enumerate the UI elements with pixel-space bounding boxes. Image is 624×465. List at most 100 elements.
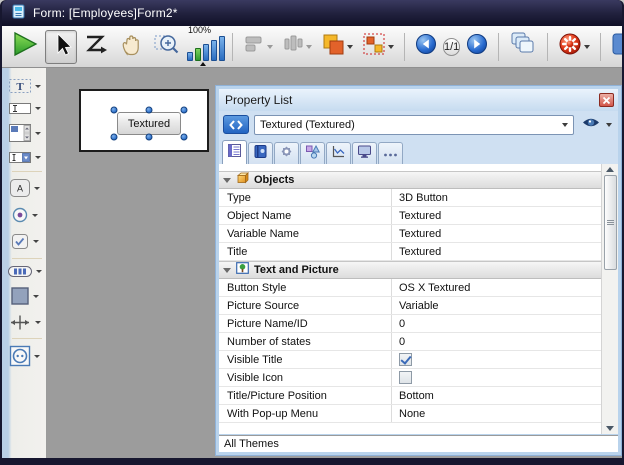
toolbar-separator	[600, 33, 601, 61]
distribution-button[interactable]	[279, 30, 315, 64]
zoom-bars[interactable]	[187, 36, 225, 61]
property-value[interactable]: None	[391, 405, 601, 422]
property-row-picture-name: Picture Name/ID 0	[219, 315, 601, 333]
tab-display[interactable]	[352, 142, 377, 164]
tool-rectangle[interactable]	[10, 286, 39, 306]
object-selector-dropdown[interactable]: Textured (Textured)	[254, 115, 574, 135]
chevron-down-icon[interactable]	[267, 45, 273, 49]
tool-radio-button[interactable]	[11, 206, 38, 224]
tool-separator	[12, 258, 42, 259]
selection-handle[interactable]	[181, 134, 188, 141]
level-button[interactable]	[318, 30, 356, 64]
scroll-down-icon[interactable]	[606, 426, 614, 431]
previous-page-icon	[415, 33, 437, 60]
clipped-toolbar-button[interactable]	[608, 30, 622, 64]
tool-list-box[interactable]	[8, 123, 41, 143]
visible-icon-checkbox[interactable]	[399, 371, 412, 384]
settings-button[interactable]	[555, 30, 593, 64]
section-header-text-and-picture[interactable]: Text and Picture	[219, 261, 601, 279]
zoom-bar-5[interactable]	[219, 36, 225, 61]
tab-shapes[interactable]	[300, 142, 325, 164]
scrollbar-thumb[interactable]	[604, 175, 617, 270]
tool-button-grid[interactable]	[7, 265, 42, 278]
tool-static-text[interactable]: T	[8, 78, 41, 94]
zoom-level-widget[interactable]: 100%	[187, 28, 225, 66]
zoom-bar-1[interactable]	[187, 52, 193, 61]
form-canvas[interactable]: Textured Property List Textured (Texture…	[47, 68, 622, 458]
chevron-down-icon[interactable]	[388, 45, 394, 49]
section-header-objects[interactable]: Objects	[219, 171, 601, 189]
entry-order-button[interactable]	[80, 30, 112, 64]
selection-handle[interactable]	[146, 134, 153, 141]
group-button[interactable]	[359, 30, 397, 64]
tool-input-field[interactable]	[8, 102, 41, 115]
property-value[interactable]: Textured	[391, 243, 601, 260]
chevron-down-icon[interactable]	[347, 45, 353, 49]
view-options-button[interactable]	[579, 116, 614, 134]
themes-footer[interactable]: All Themes	[219, 435, 618, 452]
themes-footer-label: All Themes	[224, 438, 279, 450]
chevron-down-icon[interactable]	[35, 132, 41, 135]
collapse-triangle-icon[interactable]	[223, 268, 231, 273]
property-value[interactable]: 3D Button	[391, 189, 601, 206]
property-value[interactable]: Variable	[391, 297, 601, 314]
previous-page-button[interactable]	[412, 30, 440, 64]
chevron-down-icon[interactable]	[35, 85, 41, 88]
title-bar[interactable]: Form: [Employees]Form2*	[2, 0, 622, 26]
selection-handle[interactable]	[111, 134, 118, 141]
zoom-bar-current[interactable]	[195, 48, 201, 61]
chevron-down-icon[interactable]	[33, 240, 39, 243]
list-icon	[227, 143, 242, 163]
chevron-down-icon[interactable]	[584, 45, 590, 49]
property-value[interactable]: OS X Textured	[391, 279, 601, 296]
tool-check-box[interactable]	[10, 232, 39, 251]
property-value[interactable]: Textured	[391, 207, 601, 224]
textured-3d-button[interactable]: Textured	[117, 112, 181, 135]
chevron-down-icon[interactable]	[35, 107, 41, 110]
tab-chart[interactable]	[326, 142, 351, 164]
chevron-down-icon[interactable]	[35, 156, 41, 159]
form-page-area[interactable]: Textured	[79, 89, 209, 152]
chevron-down-icon[interactable]	[306, 45, 312, 49]
zoom-tool-button[interactable]	[150, 30, 184, 64]
page-indicator[interactable]: 1/1	[443, 38, 460, 56]
zoom-bar-4[interactable]	[211, 40, 217, 61]
selection-handle[interactable]	[146, 107, 153, 114]
scroll-up-icon[interactable]	[606, 167, 614, 172]
property-scrollbar[interactable]	[601, 164, 618, 434]
tab-gear[interactable]	[274, 142, 299, 164]
run-button[interactable]	[8, 30, 42, 64]
alignment-button[interactable]	[240, 30, 276, 64]
collapse-triangle-icon[interactable]	[223, 178, 231, 183]
tool-button[interactable]: A	[9, 178, 40, 198]
tab-more[interactable]	[378, 142, 403, 164]
tool-splitter[interactable]	[8, 314, 41, 331]
form-pages-button[interactable]	[506, 30, 540, 64]
tool-combo-box[interactable]	[8, 151, 41, 164]
property-list-header[interactable]: Property List	[219, 89, 618, 111]
tool-plugin-area[interactable]	[9, 345, 40, 367]
chevron-down-icon[interactable]	[33, 295, 39, 298]
property-value[interactable]: Textured	[391, 225, 601, 242]
next-page-button[interactable]	[463, 30, 491, 64]
chevron-down-icon[interactable]	[32, 214, 38, 217]
move-tool-button[interactable]	[115, 30, 147, 64]
prev-next-object-button[interactable]	[223, 115, 249, 134]
property-label: Object Name	[219, 207, 391, 224]
chevron-down-icon[interactable]	[34, 187, 40, 190]
close-button[interactable]	[599, 93, 614, 107]
zoom-bar-3[interactable]	[203, 44, 209, 61]
chevron-down-icon[interactable]	[36, 270, 42, 273]
selection-handle[interactable]	[111, 107, 118, 114]
property-value[interactable]: Bottom	[391, 387, 601, 404]
chevron-down-icon[interactable]	[34, 355, 40, 358]
tab-list[interactable]	[222, 140, 247, 164]
selection-handle[interactable]	[181, 107, 188, 114]
chevron-down-icon[interactable]	[35, 321, 41, 324]
visible-title-checkbox[interactable]	[399, 353, 412, 366]
property-value[interactable]: 0	[391, 333, 601, 350]
property-value[interactable]: 0	[391, 315, 601, 332]
tab-data[interactable]	[248, 142, 273, 164]
chevron-down-icon[interactable]	[606, 123, 612, 127]
selection-tool-button[interactable]	[45, 30, 77, 64]
